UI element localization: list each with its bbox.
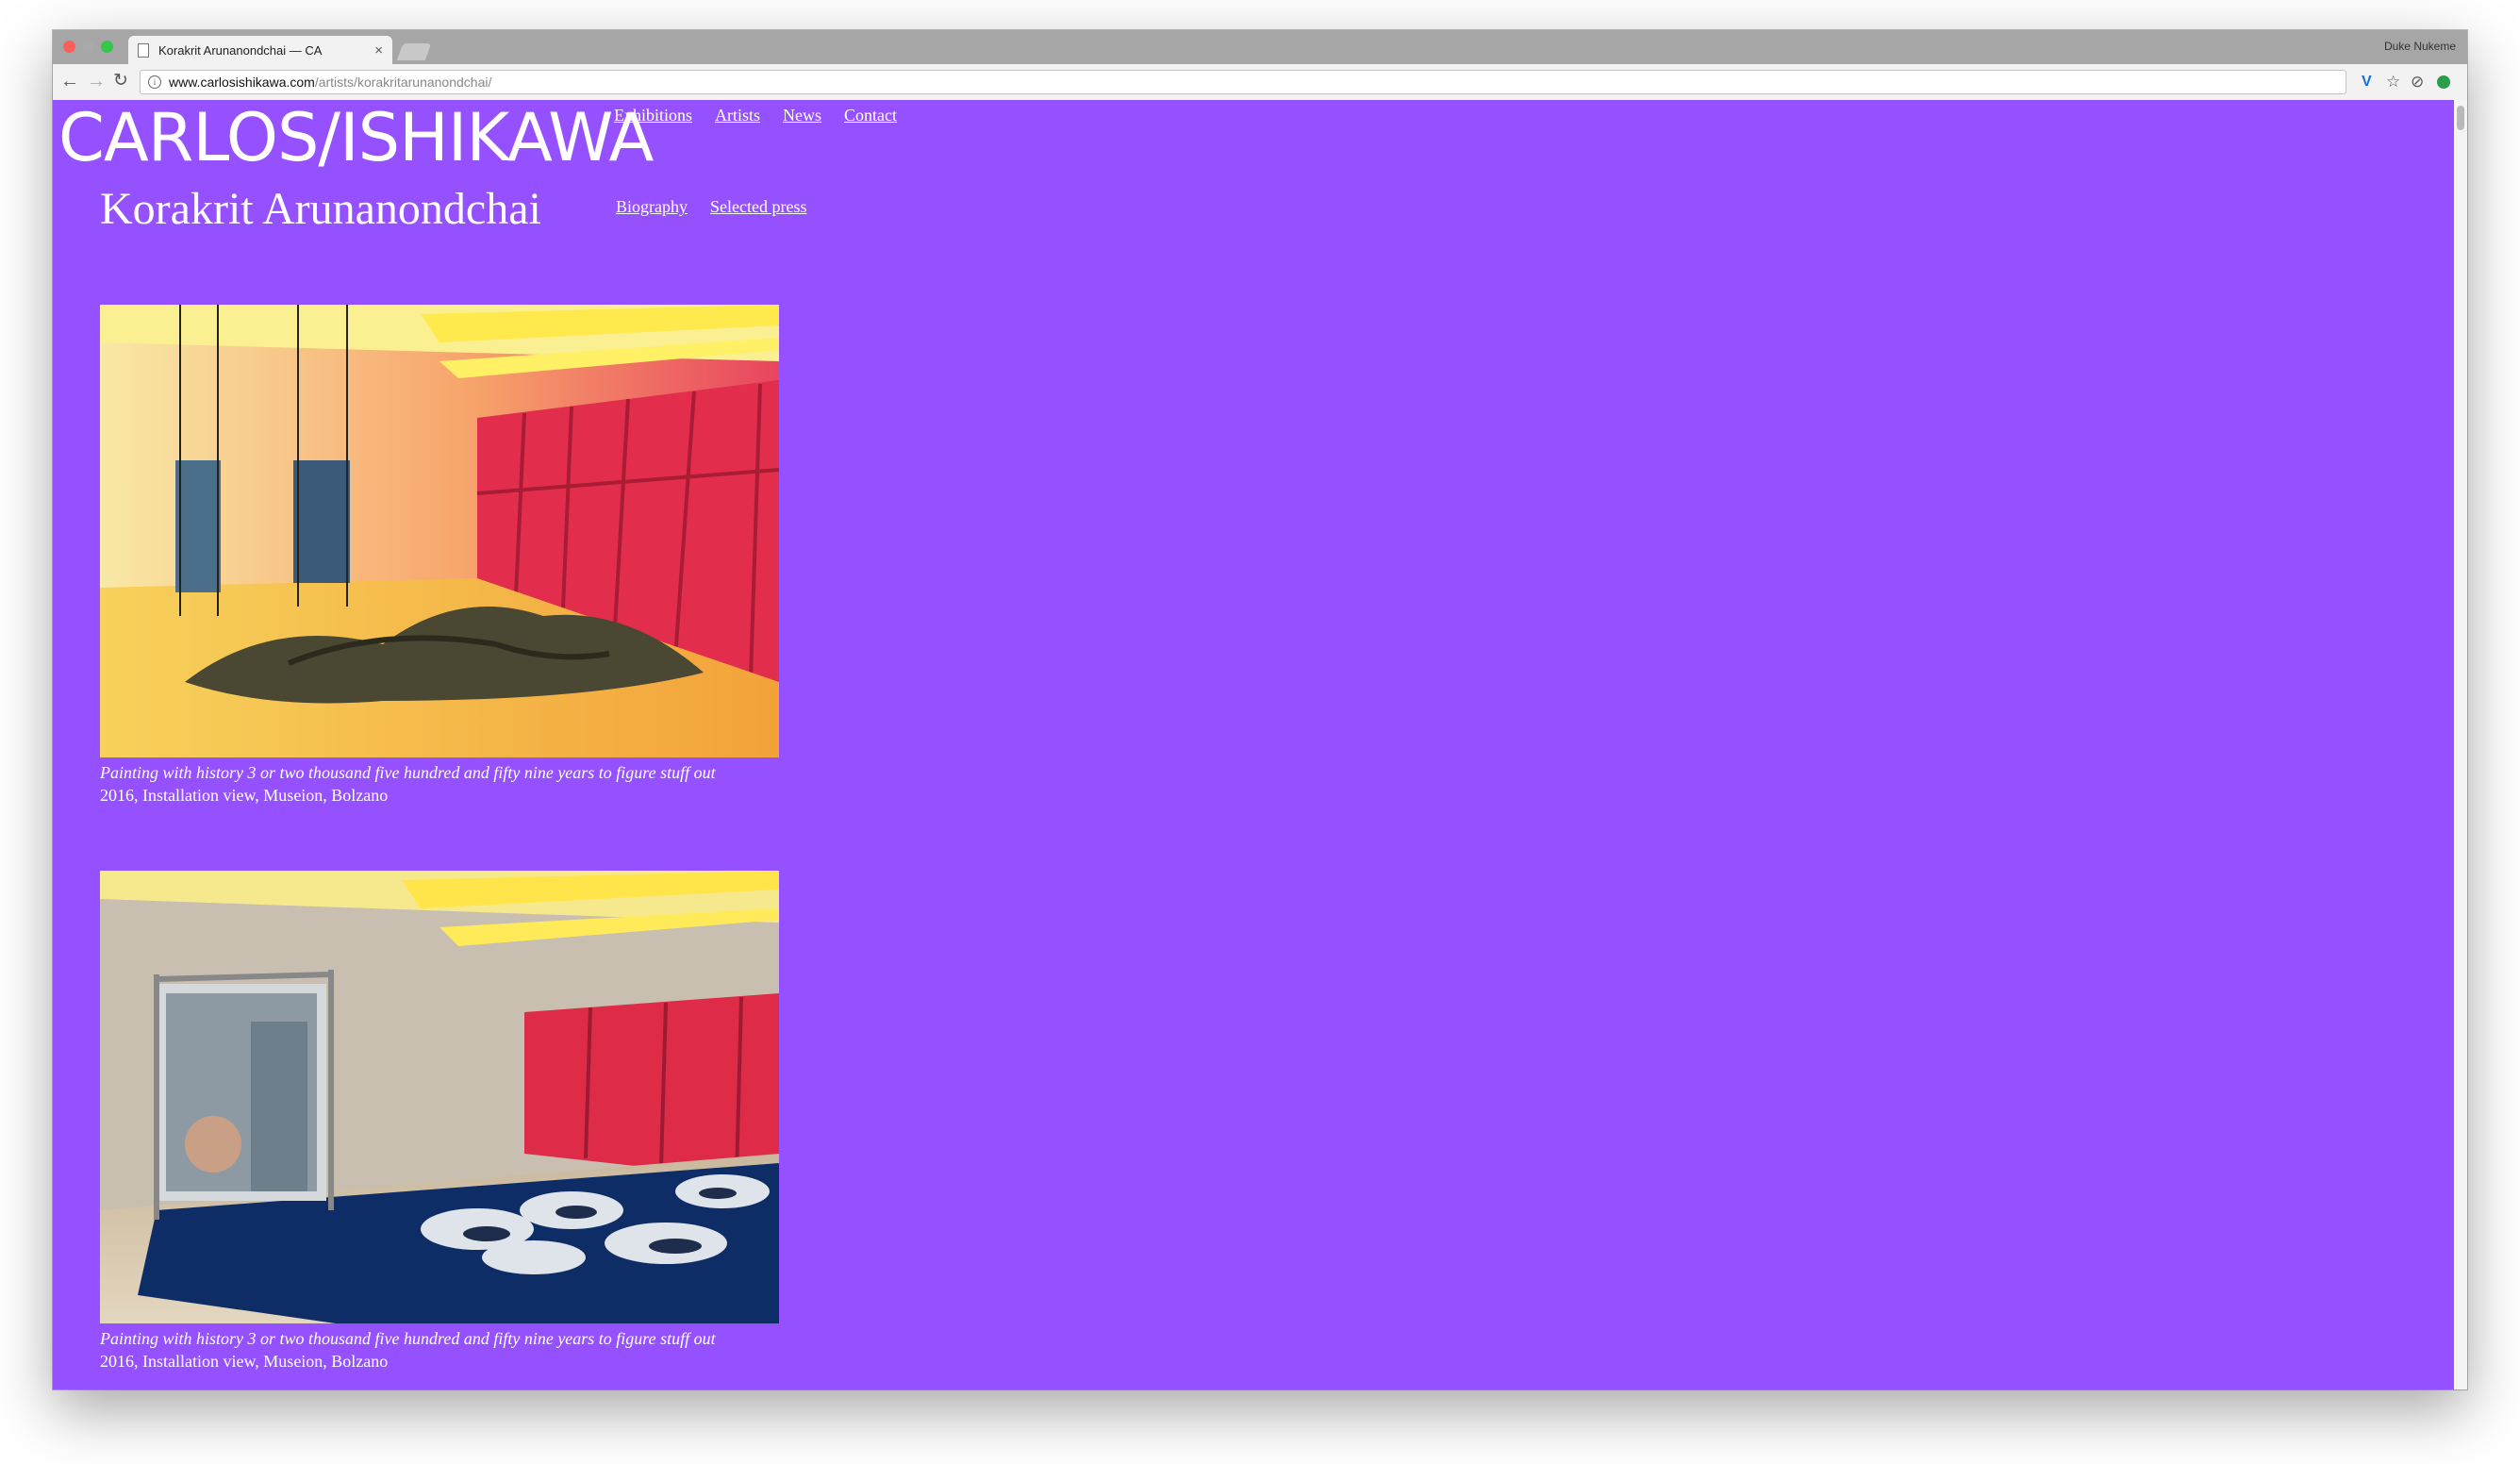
page-scrollbar[interactable] (2454, 100, 2467, 1389)
nav-news-link[interactable]: News (783, 106, 821, 125)
installation-photo-2[interactable] (100, 871, 779, 1323)
url-path: /artists/korakritarunanondchai/ (314, 75, 492, 90)
biography-link[interactable]: Biography (616, 197, 688, 217)
new-tab-button[interactable] (396, 43, 432, 60)
close-window-button[interactable] (63, 41, 75, 53)
artist-name-heading: Korakrit Arunanondchai (100, 184, 541, 234)
browser-toolbar: ← → ↻ i www.carlosishikawa.com/artists/k… (53, 64, 2467, 101)
nav-exhibitions-link[interactable]: Exhibitions (614, 106, 692, 125)
artwork-item: Painting with history 3 or two thousand … (100, 305, 779, 807)
scrollbar-thumb[interactable] (2457, 106, 2464, 130)
artist-subnav: Biography Selected press (616, 197, 806, 217)
back-arrow-icon[interactable]: ← (60, 71, 79, 92)
artwork-caption: Painting with history 3 or two thousand … (100, 1327, 779, 1372)
url-host: www.carlosishikawa.com (169, 75, 315, 90)
bookmark-star-icon[interactable]: ☆ (2386, 73, 2400, 92)
close-tab-icon[interactable]: × (374, 42, 383, 58)
tab-strip: Korakrit Arunanondchai — CA × Duke Nukem… (53, 30, 2467, 64)
profile-name[interactable]: Duke Nukeme (2384, 40, 2456, 53)
minimize-window-button[interactable] (82, 41, 94, 53)
extension-v-icon[interactable]: V (2362, 73, 2372, 92)
nav-contact-link[interactable]: Contact (844, 106, 897, 125)
installation-photo-1[interactable] (100, 305, 779, 757)
forward-arrow-icon[interactable]: → (87, 71, 106, 92)
artwork-details: 2016, Installation view, Museion, Bolzan… (100, 1352, 389, 1371)
artwork-item: Painting with history 3 or two thousand … (100, 871, 779, 1372)
page-content: CARLOS/ISHIKAWA Exhibitions Artists News… (53, 98, 2454, 1389)
maximize-window-button[interactable] (101, 41, 113, 53)
site-logo[interactable]: CARLOS/ISHIKAWA (58, 98, 654, 177)
artwork-title: Painting with history 3 or two thousand … (100, 763, 716, 782)
info-icon[interactable]: i (148, 75, 161, 89)
document-icon (138, 42, 149, 58)
ghost-extension-icon[interactable]: ⊘ (2411, 73, 2424, 92)
reload-icon[interactable]: ↻ (113, 71, 128, 92)
nav-artists-link[interactable]: Artists (715, 106, 760, 125)
artwork-caption: Painting with history 3 or two thousand … (100, 761, 779, 807)
tab-title: Korakrit Arunanondchai — CA (158, 42, 323, 58)
artwork-details: 2016, Installation view, Museion, Bolzan… (100, 786, 389, 805)
selected-press-link[interactable]: Selected press (710, 197, 806, 217)
green-extension-icon[interactable] (2437, 75, 2450, 89)
browser-window: Korakrit Arunanondchai — CA × Duke Nukem… (53, 30, 2467, 1389)
browser-tab[interactable]: Korakrit Arunanondchai — CA × (128, 36, 392, 64)
address-bar[interactable]: i www.carlosishikawa.com/artists/korakri… (140, 70, 2346, 94)
main-nav: Exhibitions Artists News Contact (614, 106, 897, 125)
artwork-title: Painting with history 3 or two thousand … (100, 1329, 716, 1348)
